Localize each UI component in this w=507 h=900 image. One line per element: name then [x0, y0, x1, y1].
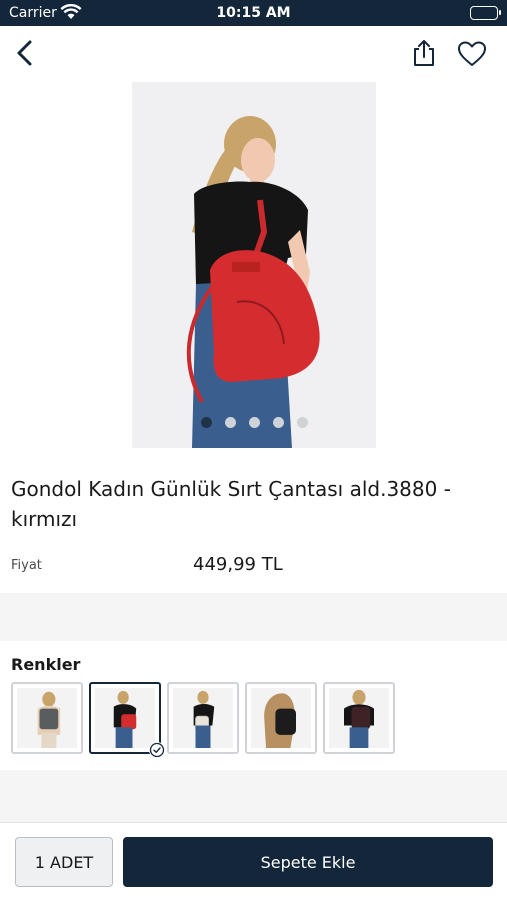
color-thumbnail — [17, 688, 77, 748]
color-option-black[interactable] — [245, 682, 317, 754]
add-to-cart-button[interactable]: Sepete Ekle — [123, 837, 493, 887]
section-divider — [0, 770, 507, 822]
carousel-dot[interactable] — [296, 417, 308, 428]
color-option-gray[interactable] — [11, 682, 83, 754]
heart-icon[interactable] — [457, 40, 487, 68]
product-title: Gondol Kadın Günlük Sırt Çantası ald.388… — [11, 477, 451, 531]
share-icon[interactable] — [410, 38, 438, 68]
clock: 10:15 AM — [216, 5, 291, 21]
carousel-dot[interactable] — [248, 417, 260, 428]
product-photo — [132, 82, 376, 448]
color-option-beige[interactable] — [167, 682, 239, 754]
color-swatches — [11, 682, 395, 758]
color-thumbnail — [173, 688, 233, 748]
quantity-button[interactable]: 1 ADET — [15, 837, 113, 887]
carousel-dot[interactable] — [200, 417, 212, 428]
back-icon[interactable] — [12, 38, 40, 68]
carousel-dot[interactable] — [272, 417, 284, 428]
color-option-burgundy[interactable] — [323, 682, 395, 754]
price-label: Fiyat — [11, 558, 42, 573]
section-divider — [0, 593, 507, 641]
color-thumbnail — [95, 688, 155, 748]
price-value: 449,99 TL — [193, 554, 283, 575]
status-bar: Carrier 10:15 AM — [0, 0, 507, 26]
color-thumbnail — [329, 688, 389, 748]
nav-bar — [0, 26, 507, 82]
color-thumbnail — [251, 688, 311, 748]
bottom-action-bar: 1 ADET Sepete Ekle — [0, 822, 507, 900]
color-option-red[interactable] — [89, 682, 165, 758]
carousel-dot[interactable] — [224, 417, 236, 428]
battery-icon — [470, 6, 501, 20]
carousel-dots[interactable] — [132, 417, 376, 428]
colors-heading: Renkler — [11, 655, 81, 674]
product-image-carousel[interactable] — [132, 82, 376, 448]
selected-check-icon — [149, 742, 165, 758]
